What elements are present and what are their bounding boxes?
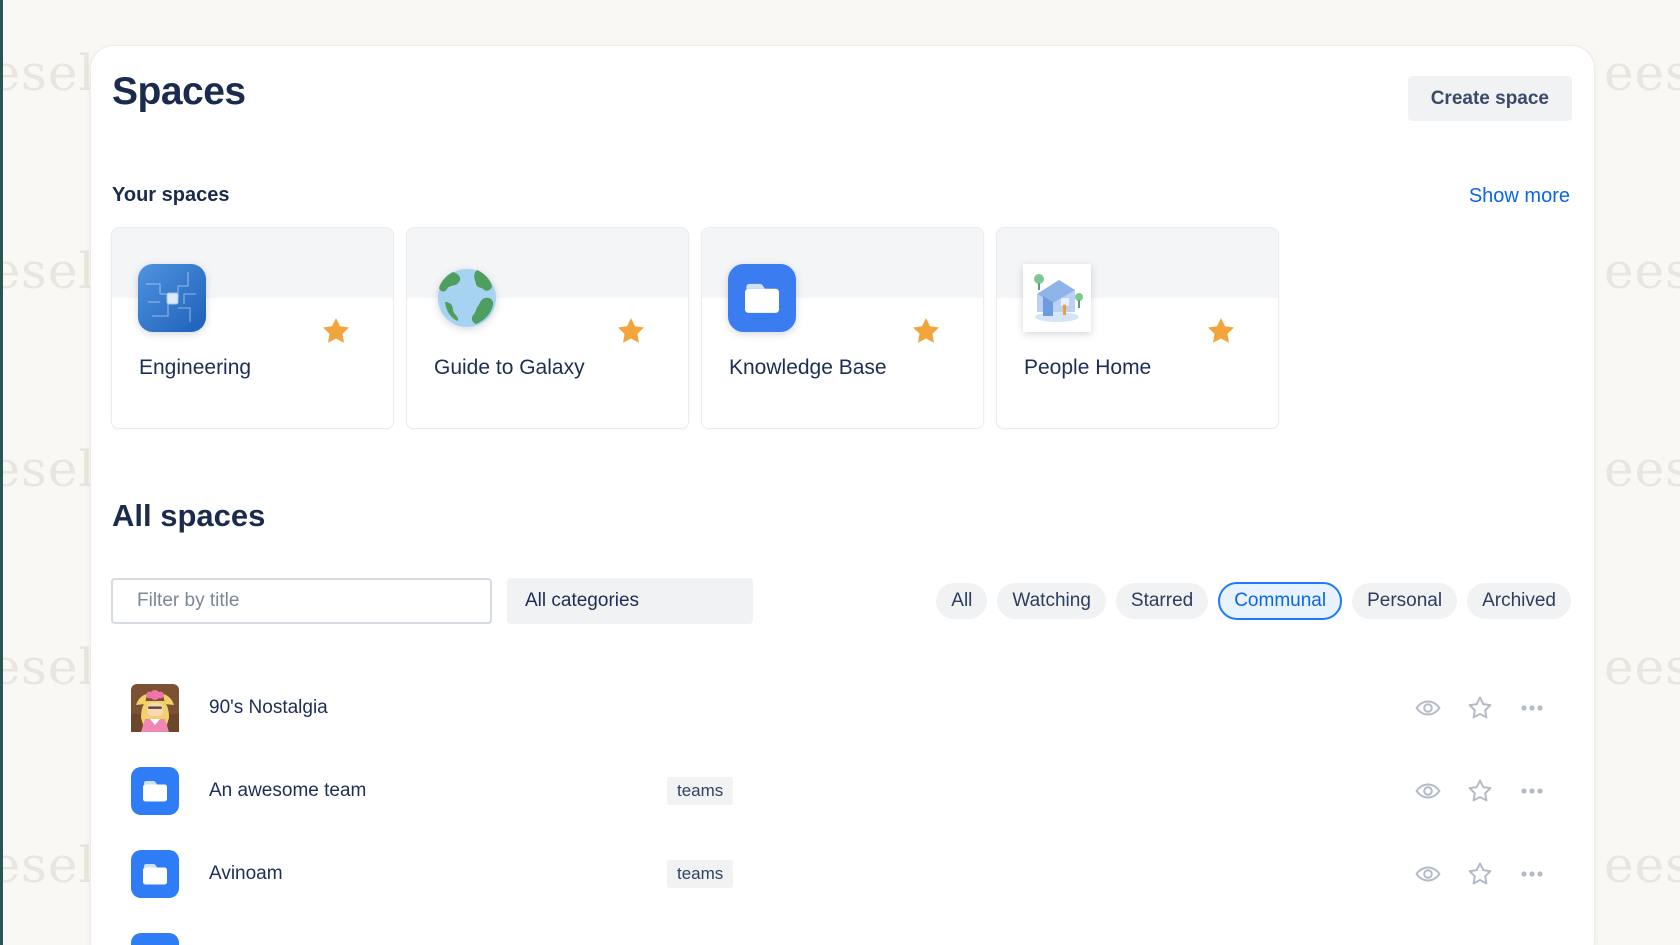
space-row-name: 90's Nostalgia xyxy=(209,697,667,719)
space-category-tag: teams xyxy=(667,860,733,888)
favorite-star-icon xyxy=(1466,777,1494,805)
circuit-board-icon xyxy=(138,264,206,332)
folder-icon xyxy=(131,850,179,898)
all-spaces-heading: All spaces xyxy=(112,498,265,534)
filter-pill-watching[interactable]: Watching xyxy=(997,583,1106,619)
more-options-icon xyxy=(1518,777,1546,805)
page-title: Spaces xyxy=(112,70,246,114)
space-card[interactable]: Engineering xyxy=(111,227,394,429)
filter-pill-starred[interactable]: Starred xyxy=(1116,583,1208,619)
more-options-icon xyxy=(1518,860,1546,888)
watermark-text-left: eesel xyxy=(0,246,95,296)
spaces-panel: Spaces Create space Your spaces Show mor… xyxy=(90,45,1595,945)
filter-pill-archived[interactable]: Archived xyxy=(1467,583,1571,619)
starred-star-icon[interactable] xyxy=(319,315,353,349)
row-actions xyxy=(1414,694,1546,722)
space-card-name: Engineering xyxy=(139,356,251,380)
space-card-name: Guide to Galaxy xyxy=(434,356,585,380)
filter-title-input[interactable] xyxy=(137,590,477,612)
more-options-button[interactable] xyxy=(1518,860,1546,888)
filter-pill-all[interactable]: All xyxy=(936,583,987,619)
left-edge-accent xyxy=(0,0,3,945)
filter-pill-communal[interactable]: Communal xyxy=(1218,582,1342,620)
space-list-row[interactable]: 90's Nostalgia xyxy=(111,666,1574,749)
watermark-text-right: eesel xyxy=(1604,642,1680,692)
watermark-text-left: eesel xyxy=(0,48,95,98)
watermark-text-right: eesel xyxy=(1604,840,1680,890)
watermark-text-left: eesel xyxy=(0,444,95,494)
space-card[interactable]: People Home xyxy=(996,227,1279,429)
starred-star-icon[interactable] xyxy=(1204,315,1238,349)
folder-icon xyxy=(131,767,179,815)
app-folder-icon xyxy=(728,264,796,332)
watermark-text-left: eesel xyxy=(0,840,95,890)
starred-star-icon[interactable] xyxy=(909,315,943,349)
favorite-star-icon xyxy=(1466,860,1494,888)
space-list-row[interactable]: An awesome teamteams xyxy=(111,749,1574,832)
show-more-link[interactable]: Show more xyxy=(1469,185,1570,208)
house-illustration-icon xyxy=(1023,264,1091,332)
watermark-text-left: eesel xyxy=(0,642,95,692)
favorite-star-button[interactable] xyxy=(1466,860,1494,888)
folder-icon xyxy=(131,933,179,945)
cartoon-avatar-icon xyxy=(131,684,179,732)
row-actions xyxy=(1414,777,1546,805)
space-card-name: People Home xyxy=(1024,356,1151,380)
space-list-row[interactable]: Danielle xyxy=(111,915,1574,945)
space-category-tag: teams xyxy=(667,777,733,805)
more-options-icon xyxy=(1518,694,1546,722)
space-card[interactable]: Guide to Galaxy xyxy=(406,227,689,429)
globe-icon xyxy=(433,264,501,332)
watch-eye-icon xyxy=(1414,860,1442,888)
favorite-star-icon xyxy=(1466,694,1494,722)
more-options-button[interactable] xyxy=(1518,777,1546,805)
filter-pill-personal[interactable]: Personal xyxy=(1352,583,1457,619)
space-card-name: Knowledge Base xyxy=(729,356,887,380)
watch-eye-button[interactable] xyxy=(1414,860,1442,888)
space-row-name: An awesome team xyxy=(209,780,667,802)
watermark-text-right: eesel xyxy=(1604,48,1680,98)
more-options-button[interactable] xyxy=(1518,694,1546,722)
favorite-star-button[interactable] xyxy=(1466,777,1494,805)
all-spaces-list: 90's NostalgiaAn awesome teamteamsAvinoa… xyxy=(111,666,1574,945)
space-list-row[interactable]: Avinoamteams xyxy=(111,832,1574,915)
category-dropdown[interactable]: All categories xyxy=(507,578,753,624)
category-dropdown-label: All categories xyxy=(525,590,639,612)
filter-by-title-box xyxy=(111,578,492,624)
space-row-name: Avinoam xyxy=(209,863,667,885)
watch-eye-icon xyxy=(1414,777,1442,805)
your-spaces-heading: Your spaces xyxy=(112,184,229,207)
starred-star-icon[interactable] xyxy=(614,315,648,349)
space-card[interactable]: Knowledge Base xyxy=(701,227,984,429)
row-actions xyxy=(1414,860,1546,888)
watermark-text-right: eesel xyxy=(1604,246,1680,296)
watermark-text-right: eesel xyxy=(1604,444,1680,494)
your-spaces-card-grid: Engineering Guide to Galaxy Knowledge Base… xyxy=(111,227,1279,429)
watch-eye-button[interactable] xyxy=(1414,777,1442,805)
create-space-button[interactable]: Create space xyxy=(1408,76,1572,121)
watch-eye-button[interactable] xyxy=(1414,694,1442,722)
space-filter-pills: All Watching Starred Communal Personal Archiv… xyxy=(936,581,1571,621)
favorite-star-button[interactable] xyxy=(1466,694,1494,722)
watch-eye-icon xyxy=(1414,694,1442,722)
